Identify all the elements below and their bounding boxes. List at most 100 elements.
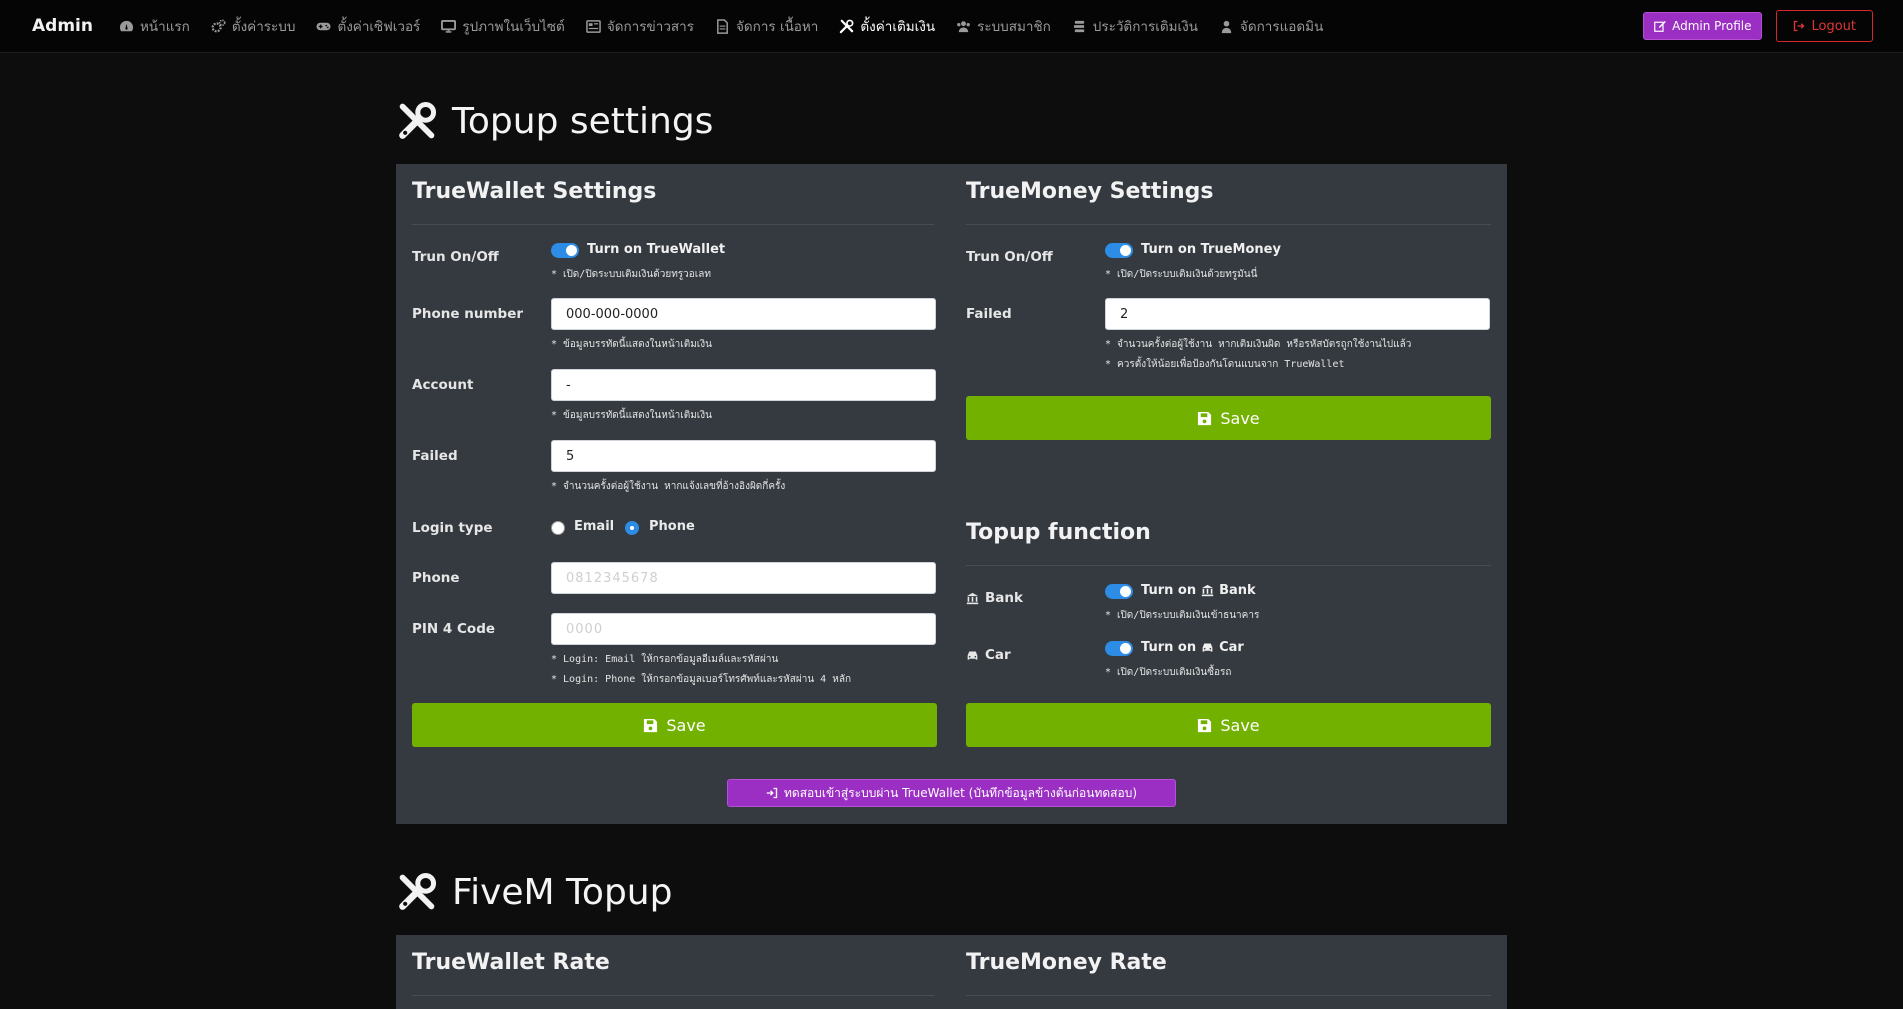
truewallet-rate-title: TrueWallet Rate [412,950,610,975]
account-input[interactable]: - [551,369,936,401]
truemoney-failed-hint-1: * จำนวนครั้งต่อผู้ใช้งาน หากเติมเงินผิด … [1105,339,1412,350]
file-icon [717,18,728,34]
truewallet-settings-title: TrueWallet Settings [412,179,657,204]
bank-hint: * เปิด/ปิดระบบเติมเงินเข้าธนาคาร [1105,610,1260,621]
logout-button[interactable]: Logout [1776,10,1873,42]
truemoney-toggle-text: Turn on TrueMoney [1141,242,1281,257]
topup-function-save-button[interactable]: Save [966,703,1491,747]
section-title: FiveM Topup [452,871,673,913]
pin-code-input[interactable]: 0000 [551,613,936,645]
truemoney-settings-title: TrueMoney Settings [966,179,1214,204]
phone-number-hint: * ข้อมูลบรรทัดนี้แสดงในหน้าเติมเงิน [551,339,712,350]
truewallet-save-button[interactable]: Save [412,703,937,747]
phone-number-input[interactable]: 000-000-0000 [551,298,936,330]
nav-item-admins[interactable]: จัดการแอดมิน [1219,15,1323,37]
nav-item-members[interactable]: ระบบสมาชิก [956,15,1051,37]
pin-code-label: PIN 4 Code [412,621,496,637]
test-login-label: ทดสอบเข้าสู่ระบบผ่าน TrueWallet (บันทึกข… [784,785,1137,800]
login-type-email-radio[interactable] [551,521,565,535]
nav-item-content[interactable]: จัดการ เนื้อหา [715,15,818,37]
admin-profile-button[interactable]: Admin Profile [1643,12,1763,40]
truemoney-toggle-switch[interactable] [1105,243,1133,258]
truewallet-toggle-label: Trun On/Off [412,249,499,265]
topup-function-title: Topup function [966,520,1151,545]
nav-label: หน้าแรก [139,19,190,35]
gamepad-icon [316,22,331,30]
tools-icon [840,19,854,33]
nav-item-topup-settings[interactable]: ตั้งค่าเติมเงิน [839,15,935,37]
truemoney-toggle-hint: * เปิด/ปิดระบบเติมเงินด้วยทรูมันนี่ [1105,269,1258,280]
nav-item-server-settings[interactable]: ตั้งค่าเซิฟเวอร์ [316,15,420,37]
nav-actions: Admin Profile Logout [1643,10,1873,42]
nav-label: จัดการแอดมิน [1239,19,1324,35]
car-icon [1202,643,1213,652]
test-truewallet-login-button[interactable]: ทดสอบเข้าสู่ระบบผ่าน TrueWallet (บันทึกข… [727,779,1176,807]
edit-icon [1654,20,1666,32]
phone-number-label: Phone number [412,306,524,322]
fivem-topup-heading: FiveM Topup [396,871,672,913]
truewallet-failed-label: Failed [412,448,458,464]
truewallet-failed-hint: * จำนวนครั้งต่อผู้ใช้งาน หากแจ้งเลขที่อ้… [551,481,786,492]
nav-label: ระบบสมาชิก [977,19,1051,35]
login-hint-phone: * Login: Phone ให้กรอกข้อมูลเบอร์โทรศัพท… [551,674,851,685]
login-type-phone-radio[interactable] [625,521,639,535]
bank-label: Bank [985,590,1023,606]
divider [412,995,934,996]
car-label: Car [985,647,1011,663]
nav-label: ประวัติการเติมเงิน [1092,19,1198,35]
user-secret-icon [1221,20,1232,33]
nav-label: จัดการข่าวสาร [606,19,694,35]
nav-item-topup-history[interactable]: ประวัติการเติมเงิน [1072,15,1198,37]
fivem-topup-panel: TrueWallet Rate TrueMoney Rate [396,935,1507,1009]
divider [966,565,1491,566]
truewallet-toggle-hint: * เปิด/ปิดระบบเติมเงินด้วยทรูวอเลท [551,269,711,280]
bank-toggle-prefix: Turn on [1141,583,1197,598]
nav-label: ตั้งค่าเซิฟเวอร์ [337,19,421,35]
nav-label: จัดการ เนื้อหา [735,19,819,35]
login-type-phone-label: Phone [649,519,695,534]
bank-row-label: Bank [966,590,1023,606]
divider [966,995,1491,996]
nav-item-website-images[interactable]: รูปภาพในเว็บไซต์ [441,15,565,37]
nav-item-home[interactable]: หน้าแรก [119,15,190,37]
nav-label: ตั้งค่าเติมเงิน [860,19,936,35]
brand[interactable]: Admin [32,16,93,36]
save-label: Save [666,715,706,735]
car-toggle-suffix: Car [1219,640,1244,655]
truemoney-failed-input[interactable]: 2 [1105,298,1490,330]
tools-icon [399,872,437,910]
car-toggle-text: Turn on Car [1141,640,1244,655]
car-icon [967,650,978,660]
truewallet-toggle-text: Turn on TrueWallet [587,242,726,257]
nav-label: รูปภาพในเว็บไซต์ [462,19,565,35]
truemoney-failed-label: Failed [966,306,1012,322]
bank-toggle-switch[interactable] [1105,584,1133,599]
cogs-icon [211,18,226,32]
bank-toggle-text: Turn on Bank [1141,583,1256,598]
login-phone-input[interactable]: 0812345678 [551,562,936,594]
login-type-email-label: Email [574,519,615,534]
login-phone-label: Phone [412,570,460,586]
save-label: Save [1220,715,1260,735]
truemoney-toggle-label: Trun On/Off [966,249,1053,265]
tools-icon [399,101,437,139]
divider [966,224,1491,225]
topup-settings-heading: Topup settings [396,100,713,142]
truewallet-failed-input[interactable]: 5 [551,440,936,472]
truemoney-save-button[interactable]: Save [966,396,1491,440]
login-type-label: Login type [412,520,493,536]
car-toggle-switch[interactable] [1105,641,1133,656]
truewallet-toggle-switch[interactable] [551,243,579,258]
car-hint: * เปิด/ปิดระบบเติมเงินซื้อรถ [1105,667,1232,678]
top-navbar: Admin หน้าแรก ตั้งค่าระบบ ตั้งค่าเซิฟเวอ… [0,0,1903,53]
floppy-disk-icon [644,718,658,732]
page-title: Topup settings [452,100,714,142]
car-row-label: Car [966,647,1011,663]
users-icon [957,20,970,32]
account-label: Account [412,377,474,393]
bank-icon [1201,584,1214,597]
nav-item-news[interactable]: จัดการข่าวสาร [586,15,694,37]
truemoney-failed-hint-2: * ควรตั้งให้น้อยเพื่อป้องกันโดนแบนจาก Tr… [1105,359,1345,370]
newspaper-icon [586,19,601,33]
nav-item-system-settings[interactable]: ตั้งค่าระบบ [211,15,295,37]
